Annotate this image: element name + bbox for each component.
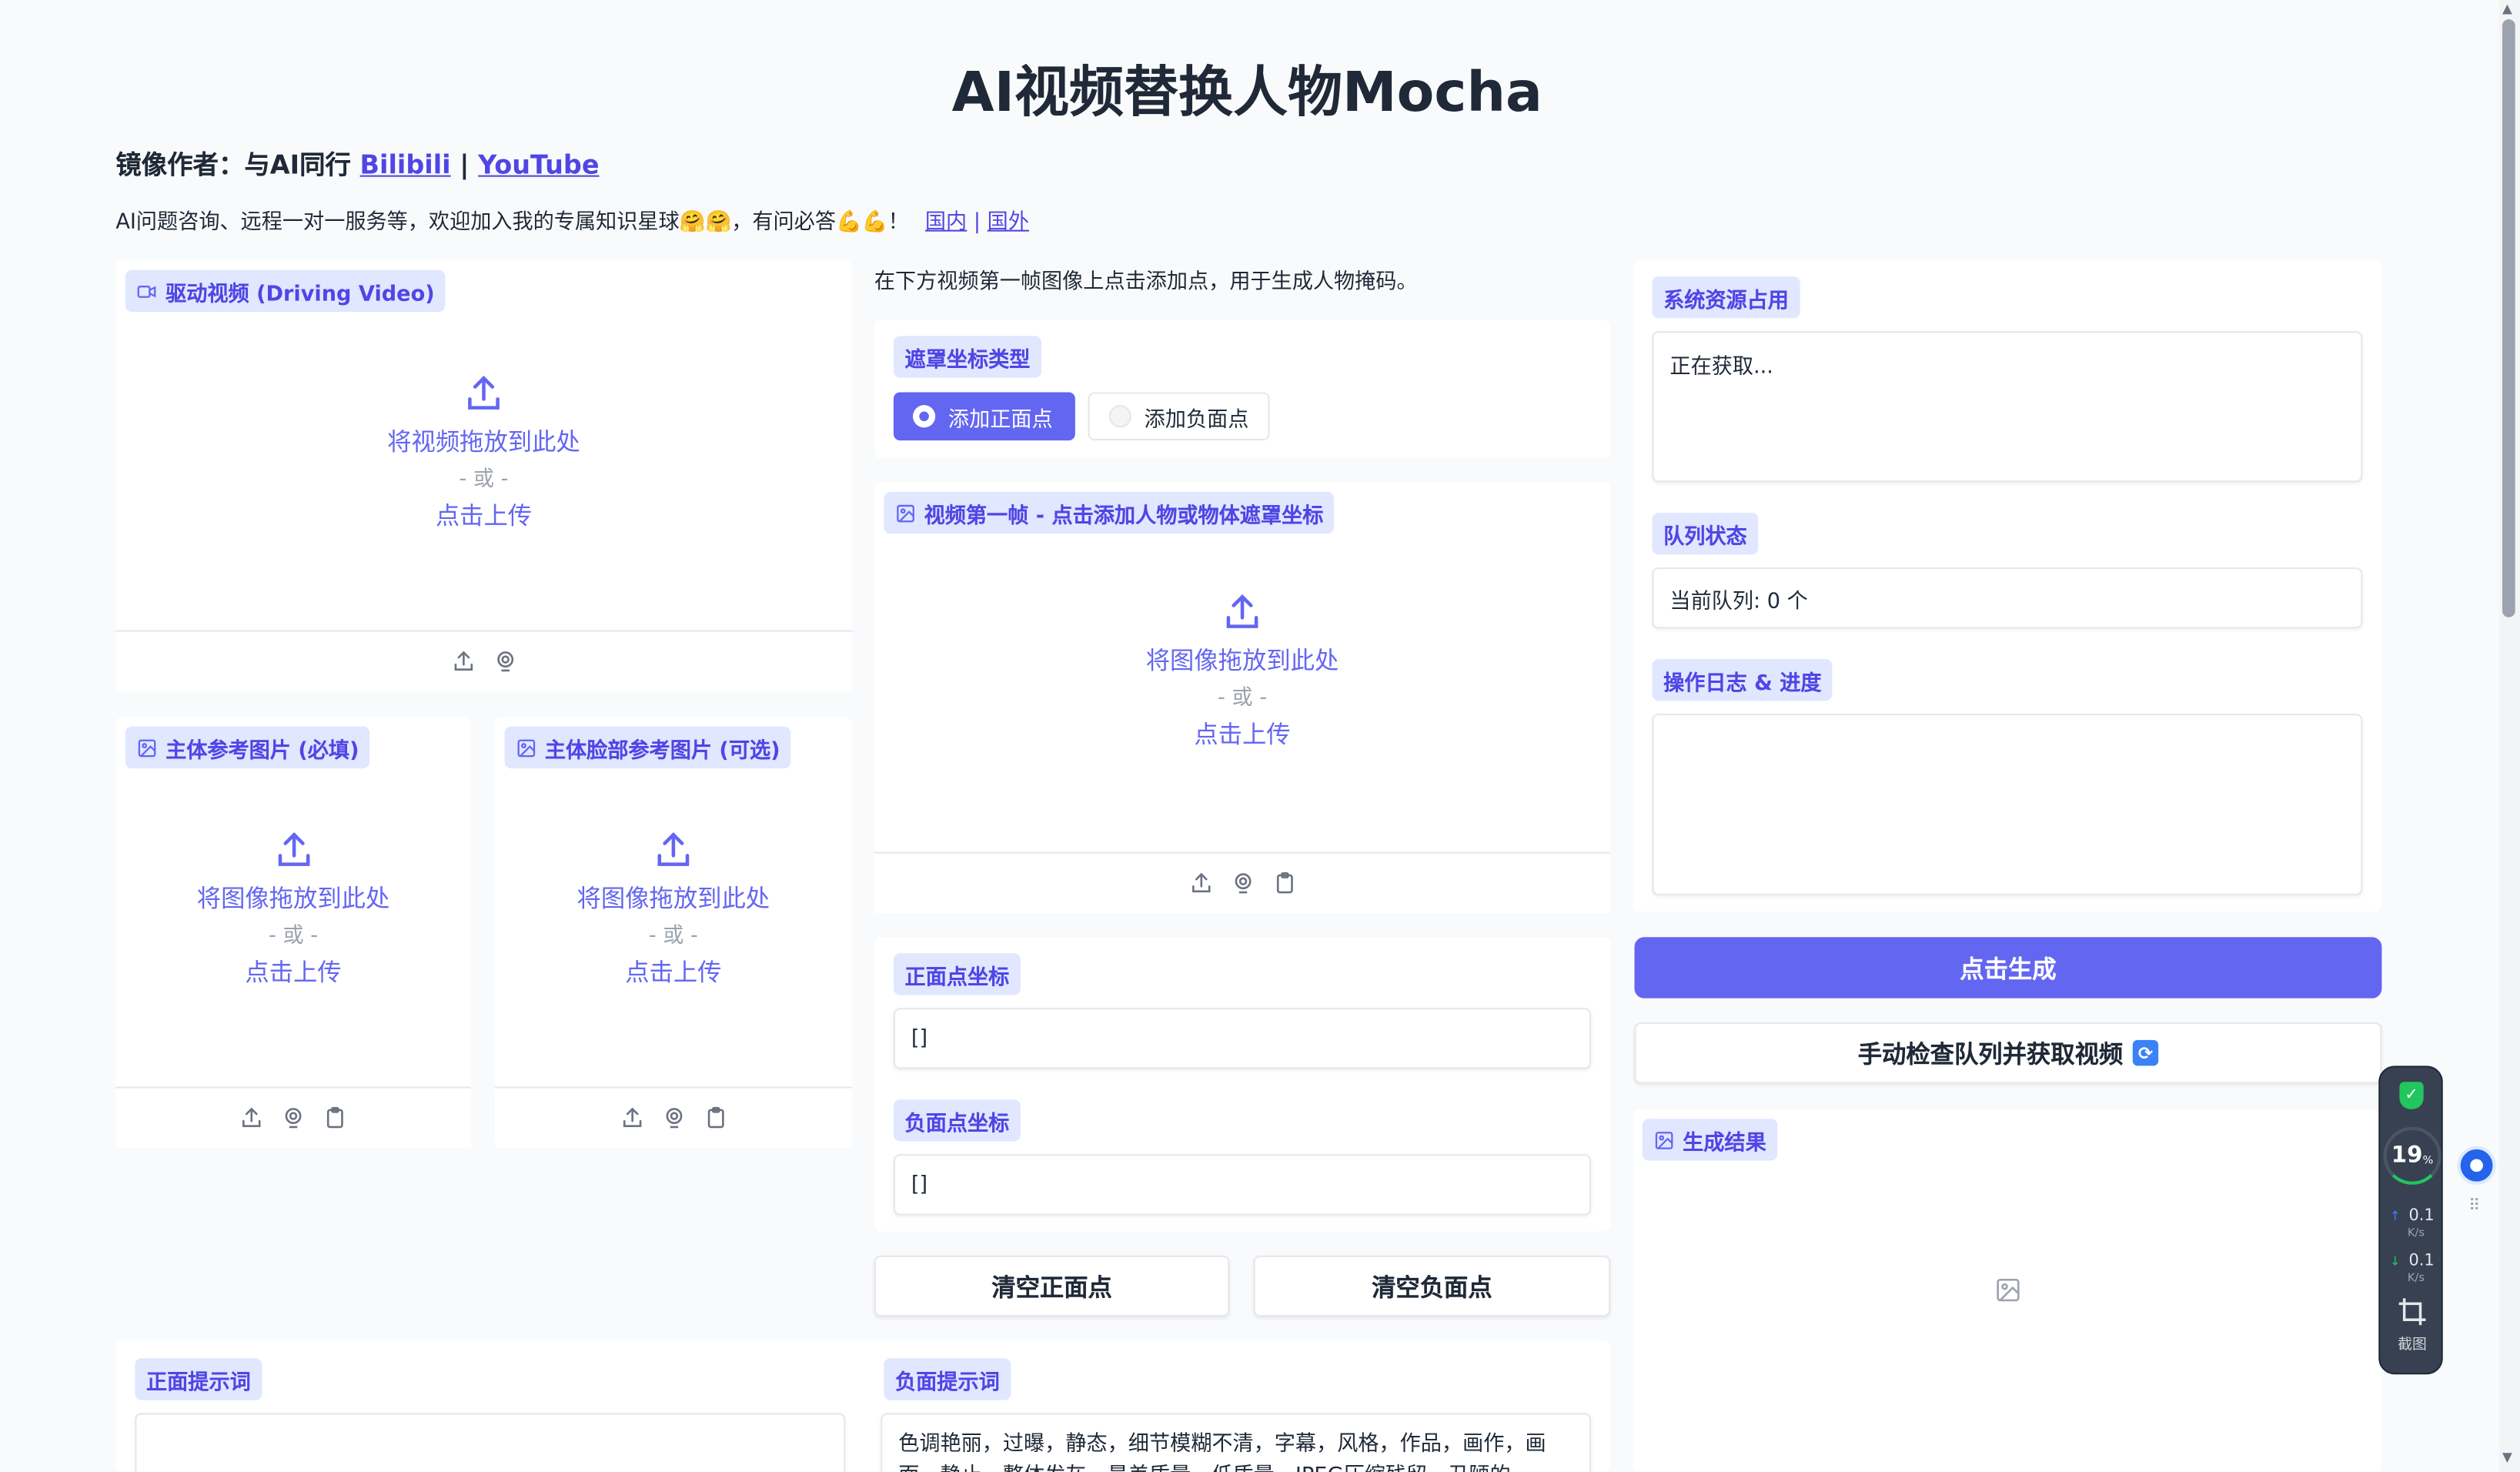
image-icon	[897, 503, 914, 522]
first-frame-upload[interactable]: 视频第一帧 - 点击添加人物或物体遮罩坐标 将图像拖放到此处 - 或 - 点击上…	[874, 482, 1611, 913]
driving-video-upload[interactable]: 驱动视频 (Driving Video) 将视频拖放到此处 - 或 - 点击上传	[115, 260, 852, 691]
first-frame-source-bar	[874, 851, 1611, 913]
screenshot-label: 截图	[2398, 1337, 2427, 1354]
shield-check-icon: ✓	[2399, 1082, 2424, 1109]
scrollbar-track[interactable]: ▲ ▼	[2498, 0, 2520, 1472]
promo-line: AI问题咨询、远程一对一服务等，欢迎加入我的专属知识星球🤗🤗，有问必答💪💪！ 国…	[115, 204, 1029, 235]
upload-icon[interactable]	[1188, 871, 1212, 895]
webcam-icon[interactable]	[1230, 871, 1254, 895]
positive-coords-label: 正面点坐标	[893, 953, 1021, 995]
upload-icon	[468, 376, 500, 410]
result-label: 生成结果	[1642, 1119, 1778, 1161]
bilibili-link[interactable]: Bilibili	[360, 149, 451, 180]
usage-percent-unit: %	[2422, 1153, 2434, 1166]
ref-image-source-bar	[115, 1086, 471, 1148]
upload-icon	[657, 831, 690, 866]
ref-image-label: 主体参考图片 (必填)	[125, 726, 371, 769]
upload-icon	[277, 831, 309, 866]
youtube-link[interactable]: YouTube	[478, 149, 599, 180]
image-icon	[1655, 1131, 1673, 1149]
mask-type-label: 遮罩坐标类型	[893, 336, 1042, 378]
clipboard-icon[interactable]	[323, 1106, 347, 1130]
positive-prompt-label: 正面提示词	[135, 1358, 262, 1400]
system-resource-label: 系统资源占用	[1652, 276, 1800, 319]
video-camera-icon	[137, 285, 156, 297]
ref-image-drop-zone[interactable]: 将图像拖放到此处 - 或 - 点击上传	[115, 829, 470, 992]
refresh-icon: ⟳	[2132, 1039, 2159, 1066]
scroll-up-arrow[interactable]: ▲	[2502, 2, 2512, 16]
usage-percent: 19	[2391, 1142, 2423, 1169]
clear-negative-button[interactable]: 清空负面点	[1253, 1255, 1611, 1317]
negative-prompt-input[interactable]: 色调艳丽，过曝，静态，细节模糊不清，字幕，风格，作品，画作，画面，静止，整体发灰…	[881, 1413, 1592, 1472]
clipboard-icon[interactable]	[704, 1106, 727, 1130]
author-separator: |	[460, 149, 470, 180]
first-frame-drop-zone[interactable]: 将图像拖放到此处 - 或 - 点击上传	[874, 591, 1610, 754]
drag-handle-icon[interactable]: ⠿	[2468, 1198, 2480, 1216]
first-frame-label: 视频第一帧 - 点击添加人物或物体遮罩坐标	[884, 491, 1335, 534]
system-resource-field: 正在获取...	[1652, 331, 2363, 483]
driving-video-label: 驱动视频 (Driving Video)	[125, 269, 446, 313]
prompt-panel: 正面提示词 负面提示词 色调艳丽，过曝，静态，细节模糊不清，字幕，风格，作品，画…	[115, 1340, 1611, 1472]
clear-positive-button[interactable]: 清空正面点	[874, 1255, 1230, 1317]
upload-icon	[1226, 594, 1258, 628]
link-domestic[interactable]: 国内	[925, 211, 967, 235]
mask-type-group: 遮罩坐标类型 添加正面点 添加负面点	[874, 319, 1611, 459]
promo-text: AI问题咨询、远程一对一服务等，欢迎加入我的专属知识星球🤗🤗，有问必答💪💪！	[115, 210, 909, 235]
upload-icon[interactable]	[620, 1106, 643, 1130]
link-international[interactable]: 国外	[988, 211, 1029, 235]
negative-coords-label: 负面点坐标	[893, 1099, 1021, 1142]
image-icon	[517, 738, 536, 757]
queue-status-field: 当前队列: 0 个	[1652, 567, 2363, 629]
result-panel: 生成结果	[1633, 1109, 2382, 1472]
check-queue-button[interactable]: 手动检查队列并获取视频 ⟳	[1634, 1022, 2382, 1084]
negative-coords-field[interactable]: []	[893, 1154, 1592, 1216]
scroll-down-arrow[interactable]: ▼	[2502, 1450, 2512, 1464]
face-image-label: 主体脸部参考图片 (可选)	[504, 726, 792, 769]
video-drop-zone[interactable]: 将视频拖放到此处 - 或 - 点击上传	[115, 373, 851, 535]
page-title: AI视频替换人物Mocha	[951, 61, 1542, 125]
network-monitor-widget[interactable]: ✓ 19 % ↑ 0.1 K/s ↓ 0.1 K/s 截图	[2378, 1066, 2443, 1375]
usage-ring: 19 %	[2383, 1126, 2441, 1185]
scrollbar-thumb[interactable]	[2502, 19, 2515, 617]
radio-checked-icon	[912, 405, 936, 428]
promo-separator: |	[973, 210, 981, 235]
generate-button[interactable]: 点击生成	[1634, 937, 2382, 999]
arrow-up-icon: ↑	[2389, 1209, 2401, 1223]
radio-unchecked-icon	[1108, 405, 1131, 428]
crop-icon[interactable]	[2396, 1296, 2428, 1328]
chat-bubble-icon[interactable]	[2457, 1146, 2496, 1185]
video-source-bar	[115, 630, 852, 691]
negative-prompt-label: 负面提示词	[884, 1358, 1011, 1400]
operation-log-label: 操作日志 & 进度	[1652, 659, 1833, 701]
author-line: 镜像作者：与AI同行 Bilibili | YouTube	[115, 143, 599, 182]
image-placeholder-icon	[1997, 1278, 2020, 1302]
webcam-icon[interactable]	[281, 1106, 305, 1130]
positive-coords-field[interactable]: []	[893, 1008, 1592, 1069]
upload-speed: ↑ 0.1 K/s	[2389, 1207, 2435, 1239]
author-prefix: 镜像作者：与AI同行	[115, 149, 351, 180]
webcam-icon[interactable]	[493, 650, 516, 674]
radio-add-positive[interactable]: 添加正面点	[893, 392, 1075, 441]
positive-prompt-input[interactable]	[135, 1413, 846, 1472]
webcam-icon[interactable]	[661, 1106, 685, 1130]
arrow-down-icon: ↓	[2389, 1253, 2401, 1269]
face-image-source-bar	[495, 1086, 852, 1148]
operation-log-field	[1652, 714, 2363, 896]
radio-add-negative[interactable]: 添加负面点	[1088, 392, 1270, 441]
status-panel: 系统资源占用 正在获取... 队列状态 当前队列: 0 个 操作日志 & 进度	[1633, 260, 2382, 912]
image-icon	[138, 738, 156, 757]
queue-status-label: 队列状态	[1652, 513, 1759, 555]
upload-icon[interactable]	[451, 650, 475, 674]
ref-image-upload[interactable]: 主体参考图片 (必填) 将图像拖放到此处 - 或 - 点击上传	[115, 717, 471, 1148]
face-image-drop-zone[interactable]: 将图像拖放到此处 - 或 - 点击上传	[495, 829, 852, 992]
download-speed: ↓ 0.1 K/s	[2389, 1252, 2435, 1285]
instruction-text: 在下方视频第一帧图像上点击添加点，用于生成人物掩码。	[874, 269, 1418, 295]
upload-icon[interactable]	[239, 1106, 263, 1130]
face-image-upload[interactable]: 主体脸部参考图片 (可选) 将图像拖放到此处 - 或 - 点击上传	[495, 717, 852, 1148]
clipboard-icon[interactable]	[1272, 871, 1296, 895]
coords-group: 正面点坐标 [] 负面点坐标 []	[874, 937, 1611, 1232]
